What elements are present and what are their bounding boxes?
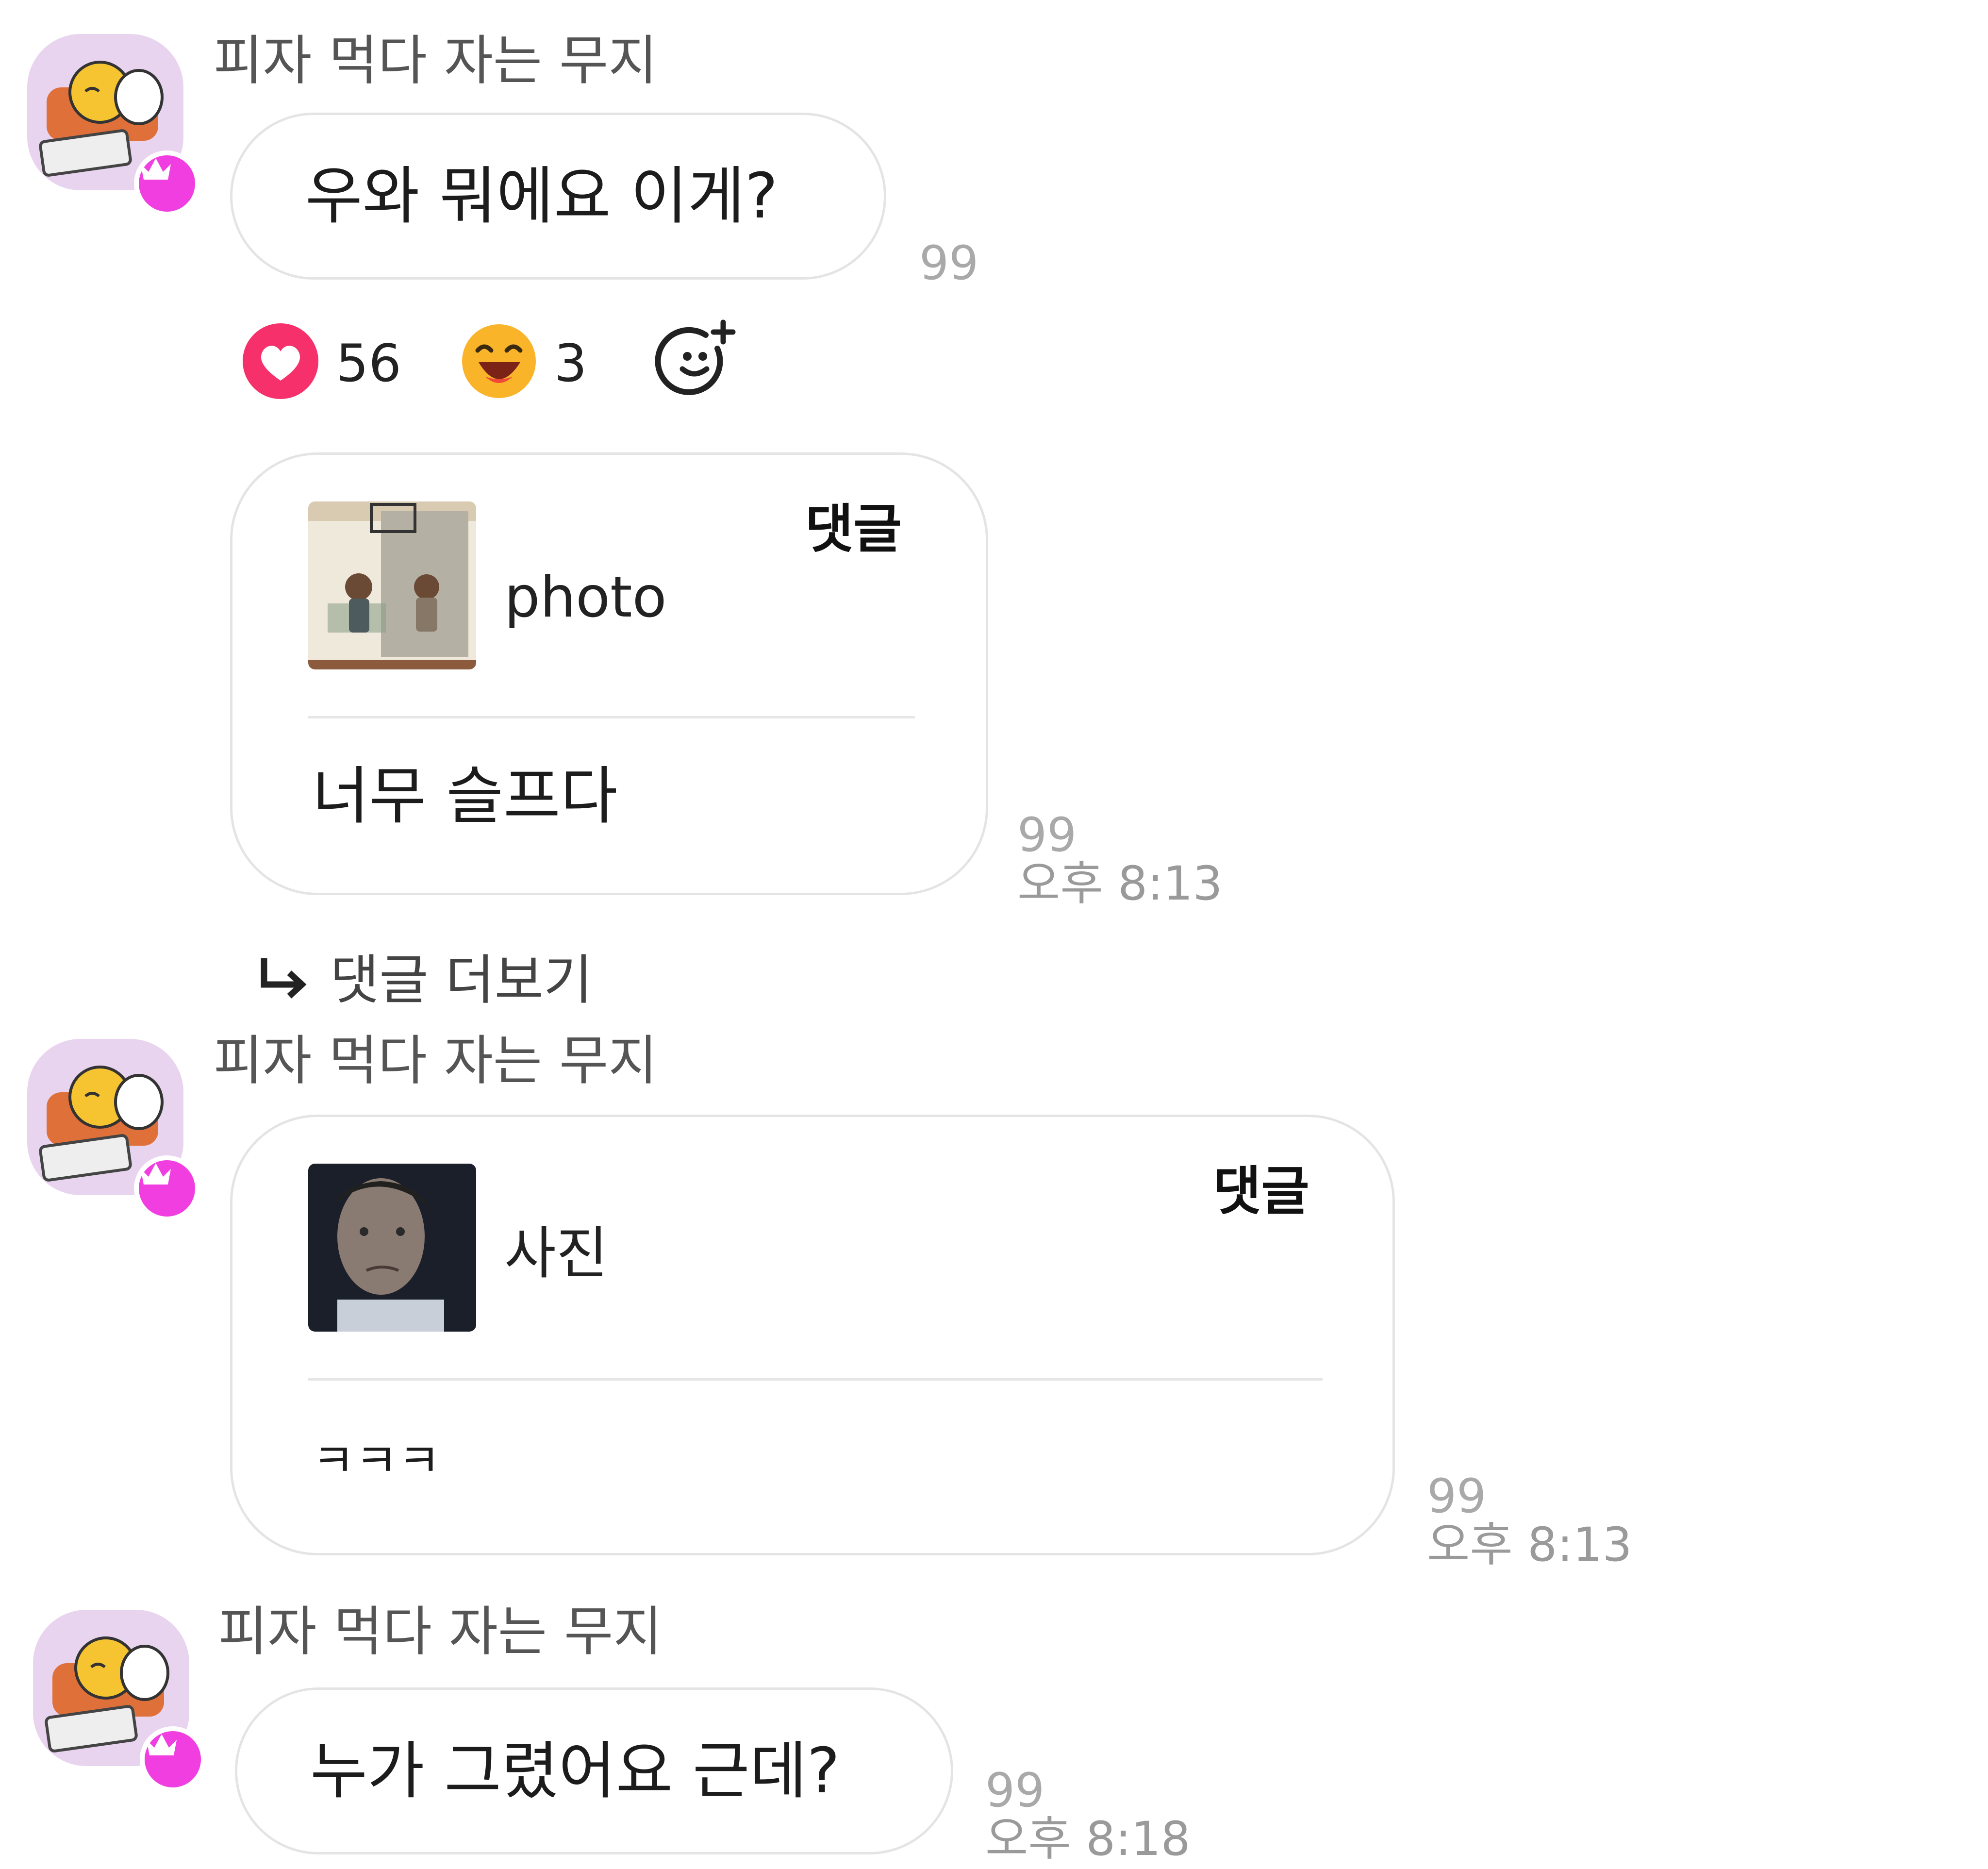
reaction-count: 56 — [336, 334, 401, 393]
add-reaction-icon[interactable] — [655, 318, 738, 401]
divider — [308, 716, 915, 718]
divider — [308, 1378, 1323, 1381]
timestamp: 오후 8:13 — [1427, 1518, 1632, 1572]
heart-reaction[interactable]: 56 — [243, 323, 403, 401]
heart-icon — [243, 323, 318, 399]
message-bubble[interactable]: 누가 그렸어요 근데? — [235, 1687, 953, 1854]
message-text: 너무 슬프다 — [312, 760, 618, 833]
unread-count: 99 — [985, 1763, 1045, 1818]
quoted-title: photo — [504, 565, 667, 630]
sender-name: 피자 먹다 자는 무지 — [214, 1030, 658, 1092]
timestamp: 오후 8:13 — [1017, 856, 1223, 911]
message-text: 누가 그렸어요 근데? — [310, 1735, 840, 1807]
quoted-photo-thumbnail[interactable] — [308, 501, 476, 669]
message-text: ㅋㅋㅋ — [312, 1434, 441, 1488]
message-bubble[interactable]: 우와 뭐에요 이게? — [230, 113, 886, 280]
laughing-face-icon — [462, 324, 536, 398]
quoted-photo-thumbnail[interactable] — [308, 1164, 476, 1332]
more-replies-link[interactable]: 댓글 더보기 — [257, 951, 646, 1010]
sender-name: 피자 먹다 자는 무지 — [214, 30, 658, 92]
avatar[interactable] — [27, 34, 200, 217]
reaction-count: 3 — [554, 334, 587, 393]
crown-badge-icon — [140, 1726, 206, 1792]
timestamp: 오후 8:18 — [985, 1812, 1191, 1866]
unread-count: 99 — [919, 236, 979, 290]
quoted-title: 사진 — [504, 1221, 608, 1286]
unread-count: 99 — [1427, 1469, 1487, 1523]
message-text: 우와 뭐에요 이게? — [305, 160, 778, 233]
more-replies-label: 댓글 더보기 — [330, 949, 593, 1011]
avatar[interactable] — [27, 1039, 200, 1221]
sender-name: 피자 먹다 자는 무지 — [218, 1601, 663, 1663]
laugh-reaction[interactable]: 3 — [461, 323, 597, 401]
reply-card[interactable]: photo 댓글 너무 슬프다 — [230, 452, 988, 895]
reply-arrow-icon — [261, 958, 307, 999]
reply-label: 댓글 — [805, 499, 902, 560]
unread-count: 99 — [1017, 808, 1077, 862]
reply-card[interactable]: 사진 댓글 ㅋㅋㅋ — [230, 1115, 1395, 1555]
crown-badge-icon — [134, 1155, 200, 1221]
avatar[interactable] — [33, 1610, 206, 1792]
crown-badge-icon — [134, 150, 200, 217]
reply-label: 댓글 — [1213, 1161, 1309, 1222]
